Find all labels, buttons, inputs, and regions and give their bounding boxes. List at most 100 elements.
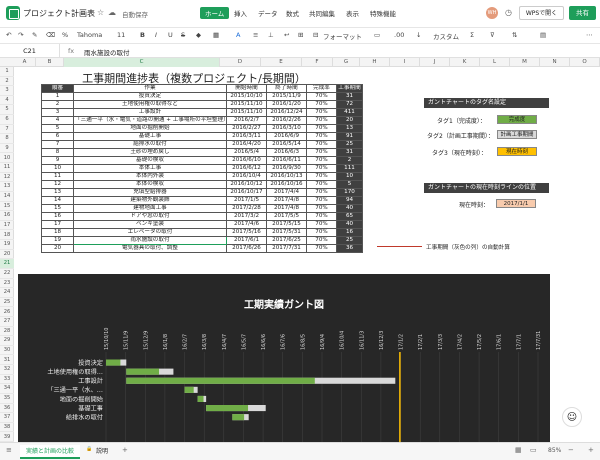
row-header-13[interactable]: 13 bbox=[0, 182, 14, 192]
cell-order[interactable]: 14 bbox=[41, 196, 74, 205]
cell-start[interactable]: 2017/3/2 bbox=[226, 212, 267, 221]
row-header-23[interactable]: 23 bbox=[0, 279, 14, 289]
italic-icon[interactable]: I bbox=[155, 31, 157, 39]
star-icon[interactable]: ☆ bbox=[97, 8, 104, 17]
column-header-h[interactable]: H bbox=[360, 58, 390, 67]
cell-order[interactable]: 9 bbox=[41, 156, 74, 165]
redo-icon[interactable]: ↷ bbox=[18, 31, 23, 39]
current-time-value[interactable]: 2017/1/1 bbox=[496, 199, 536, 208]
row-header-26[interactable]: 26 bbox=[0, 308, 14, 317]
avatar[interactable]: WH bbox=[486, 7, 498, 19]
row-header-6[interactable]: 6 bbox=[0, 115, 14, 125]
cell-order[interactable]: 6 bbox=[41, 132, 74, 141]
row-header-10[interactable]: 10 bbox=[0, 154, 14, 164]
cell-progress[interactable]: 70% bbox=[306, 236, 337, 245]
cell-progress[interactable]: 70% bbox=[306, 188, 337, 197]
row-header-9[interactable]: 9 bbox=[0, 144, 14, 154]
column-header-l[interactable]: L bbox=[480, 58, 510, 67]
cell-duration[interactable]: 65 bbox=[336, 212, 363, 221]
cell-progress[interactable]: 70% bbox=[306, 204, 337, 213]
column-header-g[interactable]: G bbox=[333, 58, 360, 67]
page-view-icon[interactable]: ▭ bbox=[530, 446, 537, 454]
tag3-value[interactable]: 現在時刻 bbox=[497, 147, 537, 156]
history-icon[interactable]: ◷ bbox=[505, 8, 512, 17]
cell-start[interactable]: 2015/10/10 bbox=[226, 92, 267, 101]
cell-task[interactable]: 工事設計 bbox=[73, 108, 227, 117]
row-header-32[interactable]: 32 bbox=[0, 365, 14, 375]
gantt-chart[interactable]: 工期実績ガント図 15/10/10 15/11/9 15/12/9 16/1/8 16/… bbox=[18, 274, 550, 442]
menu-view[interactable]: 表示 bbox=[346, 8, 359, 18]
cell-start[interactable]: 2016/2/27 bbox=[226, 124, 267, 133]
align-icon[interactable]: ≡ bbox=[253, 31, 258, 39]
cell-progress[interactable]: 70% bbox=[306, 100, 337, 109]
cell-task[interactable]: 「三通一平（水・電気・道路の開通 + 工事場所の平坦整理）」な bbox=[73, 116, 227, 125]
row-header-36[interactable]: 36 bbox=[0, 404, 14, 414]
cell-start[interactable]: 2016/6/12 bbox=[226, 164, 267, 173]
strikethrough-icon[interactable]: S bbox=[181, 31, 185, 39]
cell-task[interactable]: 土地使用権の取得など bbox=[73, 100, 227, 109]
row-header-29[interactable]: 29 bbox=[0, 336, 14, 346]
cell-order[interactable]: 12 bbox=[41, 180, 74, 189]
border-icon[interactable]: ▦ bbox=[213, 31, 219, 39]
cell-end[interactable]: 2016/1/20 bbox=[266, 100, 307, 109]
tag2-value[interactable]: 計画工事期間 bbox=[497, 130, 537, 139]
row-header-22[interactable]: 22 bbox=[0, 269, 14, 279]
cell-task[interactable]: 本体工事 bbox=[73, 164, 227, 173]
row-header-19[interactable]: 19 bbox=[0, 240, 14, 250]
row-header-33[interactable]: 33 bbox=[0, 375, 14, 385]
more-icon[interactable]: ⋯ bbox=[586, 31, 593, 39]
cell-start[interactable]: 2016/10/12 bbox=[226, 180, 267, 189]
row-header-4[interactable]: 4 bbox=[0, 96, 14, 106]
cell-end[interactable]: 2017/4/8 bbox=[266, 204, 307, 213]
cell-progress[interactable]: 70% bbox=[306, 92, 337, 101]
cell-end[interactable]: 2016/2/26 bbox=[266, 116, 307, 125]
cell-progress[interactable]: 70% bbox=[306, 124, 337, 133]
cell-end[interactable]: 2016/9/30 bbox=[266, 164, 307, 173]
cell-duration[interactable]: 25 bbox=[336, 140, 363, 149]
decimal-icon[interactable]: .00 bbox=[394, 31, 404, 39]
cell-end[interactable]: 2017/5/15 bbox=[266, 220, 307, 229]
column-header-d[interactable]: D bbox=[220, 58, 261, 67]
cell-order[interactable]: 5 bbox=[41, 124, 74, 133]
cell-task[interactable]: エレベータの取付 bbox=[73, 228, 227, 237]
cell-task[interactable]: 土砂の埋め戻し bbox=[73, 148, 227, 157]
menu-collab[interactable]: 共同編集 bbox=[309, 8, 335, 18]
cell-task[interactable]: 建築物外観装飾 bbox=[73, 196, 227, 205]
cell-task[interactable]: 電気器具の取付、調整 bbox=[73, 244, 227, 253]
add-sheet-icon[interactable]: + bbox=[122, 446, 128, 454]
cell-task[interactable]: 本体内外装 bbox=[73, 172, 227, 181]
column-header-i[interactable]: I bbox=[390, 58, 420, 67]
assistant-icon[interactable]: ☺ bbox=[562, 407, 582, 427]
column-header-c[interactable]: C bbox=[64, 58, 220, 67]
cell-duration[interactable]: 16 bbox=[336, 228, 363, 237]
cell-start[interactable]: 2016/5/4 bbox=[226, 148, 267, 157]
cell-order[interactable]: 10 bbox=[41, 164, 74, 173]
wrap-icon[interactable]: ↩ bbox=[284, 31, 289, 39]
cell-start[interactable]: 2016/2/7 bbox=[226, 116, 267, 125]
formula-input[interactable]: 雨水施設の取付 bbox=[84, 47, 130, 57]
cell-duration[interactable]: 40 bbox=[336, 204, 363, 213]
bold-icon[interactable]: B bbox=[140, 31, 145, 39]
cell-duration[interactable]: 72 bbox=[336, 100, 363, 109]
cell-order[interactable]: 8 bbox=[41, 148, 74, 157]
cell-task[interactable]: 投資決定 bbox=[73, 92, 227, 101]
cell-order[interactable]: 2 bbox=[41, 100, 74, 109]
row-header-7[interactable]: 7 bbox=[0, 125, 14, 135]
cell-end[interactable]: 2016/6/3 bbox=[266, 148, 307, 157]
cell-progress[interactable]: 70% bbox=[306, 140, 337, 149]
row-header-27[interactable]: 27 bbox=[0, 317, 14, 327]
cell-task[interactable]: 充填型給排器 bbox=[73, 188, 227, 197]
cell-end[interactable]: 2017/6/25 bbox=[266, 236, 307, 245]
app-logo-icon[interactable] bbox=[6, 6, 20, 20]
row-header-17[interactable]: 17 bbox=[0, 221, 14, 231]
row-header-37[interactable]: 37 bbox=[0, 413, 14, 423]
document-title[interactable]: プロジェクト計画表 bbox=[23, 8, 95, 19]
cell-progress[interactable]: 70% bbox=[306, 212, 337, 221]
cell-end[interactable]: 2017/4/8 bbox=[266, 196, 307, 205]
row-header-18[interactable]: 18 bbox=[0, 231, 14, 241]
menu-formula[interactable]: 数式 bbox=[286, 8, 299, 18]
row-header-8[interactable]: 8 bbox=[0, 134, 14, 144]
cell-start[interactable]: 2017/6/26 bbox=[226, 244, 267, 253]
cell-task[interactable]: ドアや窓の取付 bbox=[73, 212, 227, 221]
row-header-21[interactable]: 21 bbox=[0, 259, 14, 269]
